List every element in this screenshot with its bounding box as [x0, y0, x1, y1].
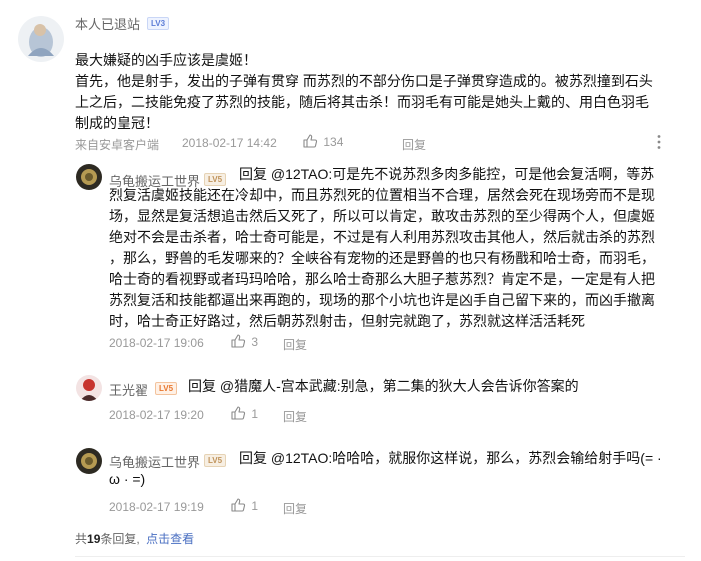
reply-line: 烈复活虞姬技能还在冷却中，而且苏烈死的位置相当不合理，居然会死在现场旁而不是现: [109, 187, 655, 203]
like-count: 3: [251, 334, 259, 349]
comment-timestamp: 2018-02-17 14:42: [182, 136, 277, 150]
reply-text: 回复 @猎魔人-宫本武藏:别急，第二集的狄大人会告诉你答案的: [109, 376, 668, 397]
avatar[interactable]: [76, 164, 102, 190]
comment-line: 首先，他是射手，发出的子弹有贯穿 而苏烈的不部分伤口是子弹贯穿造成的。被苏烈撞到…: [75, 73, 653, 89]
comment-text: 最大嫌疑的凶手应该是虞姬！ 首先，他是射手，发出的子弹有贯穿 而苏烈的不部分伤口…: [75, 50, 675, 134]
reply-count-footer: 共19条回复, 点击查看: [75, 530, 194, 547]
like-button[interactable]: 1: [230, 405, 258, 424]
level-badge: LV3: [147, 17, 170, 30]
reply-timestamp: 2018-02-17 19:19: [109, 500, 204, 514]
view-replies-link[interactable]: 点击查看: [146, 532, 194, 546]
reply-line: 场，显然是复活想追击然后又死了，所以可以肯定，敢攻击苏烈的至少得两个人，但虞姬: [109, 208, 655, 224]
reply-timestamp: 2018-02-17 19:06: [109, 336, 204, 350]
reply-line: 回复 @12TAO:哈哈哈，就服你这样说，那么，苏烈会输给射手吗(= ·: [239, 450, 662, 466]
reply-line: ，那么，野兽的毛发哪来的？全峡谷有宠物的还是野兽的也只有杨戬和哈士奇，而羽毛，: [109, 250, 655, 266]
like-count: 134: [323, 134, 344, 149]
footer-suffix: 条回复,: [100, 532, 140, 546]
reply-text: 回复 @12TAO:可是先不说苏烈多肉多能控，可是他会复活啊，等苏 烈复活虞姬技…: [109, 164, 669, 332]
like-count: 1: [251, 498, 259, 513]
reply-count: 19: [87, 532, 101, 546]
reply-button[interactable]: 回复: [402, 136, 426, 153]
like-button[interactable]: 134: [302, 133, 343, 152]
comment-line: 最大嫌疑的凶手应该是虞姬！: [75, 52, 257, 68]
footer-prefix: 共: [75, 532, 88, 546]
comment-username[interactable]: 本人已退站: [75, 14, 140, 33]
reply-line: 时，哈士奇正好路过，然后朝苏烈射击，但射完就跑了，苏烈就这样活活耗死: [109, 313, 585, 329]
reply-line: ω · =): [109, 471, 146, 487]
thumb-up-icon: [230, 497, 246, 516]
comment-line: 上之后，二技能免疫了苏烈的技能，随后将其击杀！而羽毛有可能是她头上戴的、用白色羽…: [75, 94, 649, 110]
reply-line: 苏烈复活和技能都逼出来再跑的，现场的那个小坑也许是凶手自己留下来的，而凶手撤离: [109, 292, 655, 308]
reply-button[interactable]: 回复: [283, 408, 307, 425]
comment-line: 制成的皇冠！: [75, 115, 159, 131]
comment-source: 来自安卓客户端: [75, 138, 160, 152]
thumb-up-icon: [302, 133, 318, 152]
like-button[interactable]: 1: [230, 497, 258, 516]
avatar[interactable]: [76, 375, 102, 401]
reply-line: 哈士奇的看视野或者玛玛哈哈，那么哈士奇那么大胆子惹苏烈？肯定不是，一定是有人把: [109, 271, 655, 287]
thumb-up-icon: [230, 405, 246, 424]
reply-line: 绝对不会是击杀者，哈士奇可能是，不过是有人利用苏烈攻击其他人，然后就击杀的苏烈: [109, 229, 655, 245]
thumb-up-icon: [230, 333, 246, 352]
divider: [75, 556, 685, 557]
avatar[interactable]: [18, 16, 64, 62]
reply-line: 回复 @猎魔人-宫本武藏:别急，第二集的狄大人会告诉你答案的: [188, 378, 579, 394]
reply-button[interactable]: 回复: [283, 336, 307, 353]
reply-button[interactable]: 回复: [283, 500, 307, 517]
reply-text: 回复 @12TAO:哈哈哈，就服你这样说，那么，苏烈会输给射手吗(= · ω ·…: [109, 448, 669, 490]
like-button[interactable]: 3: [230, 333, 258, 352]
more-vertical-icon: [656, 135, 662, 154]
reply-timestamp: 2018-02-17 19:20: [109, 408, 204, 422]
more-options-button[interactable]: [656, 134, 662, 155]
avatar[interactable]: [76, 448, 102, 474]
reply-line: 回复 @12TAO:可是先不说苏烈多肉多能控，可是他会复活啊，等苏: [239, 166, 655, 182]
like-count: 1: [251, 406, 259, 421]
